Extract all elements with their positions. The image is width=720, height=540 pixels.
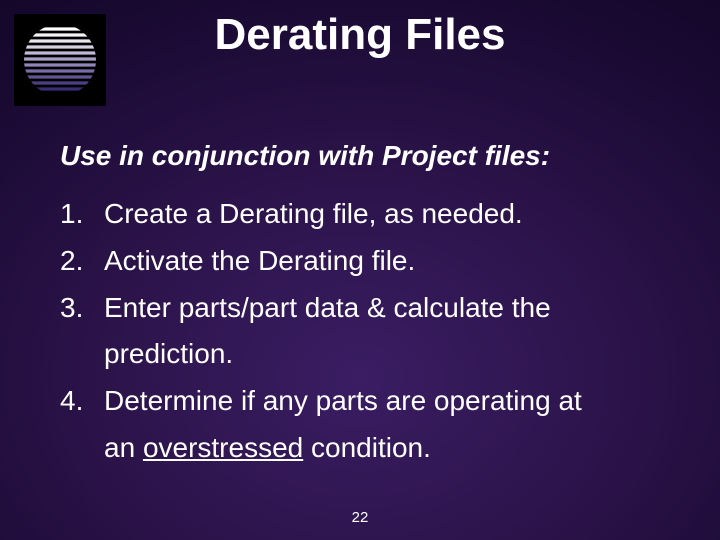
list-item: 3. Enter parts/part data & calculate the bbox=[60, 286, 680, 331]
slide-title: Derating Files bbox=[0, 10, 720, 60]
item-text: an overstressed condition. bbox=[104, 426, 680, 471]
item-text: Enter parts/part data & calculate the bbox=[104, 286, 680, 331]
list-item: 2. Activate the Derating file. bbox=[60, 239, 680, 284]
numbered-list: 1. Create a Derating file, as needed. 2.… bbox=[60, 192, 680, 471]
lead-text: Use in conjunction with Project files: bbox=[60, 140, 680, 172]
item-number: 4. bbox=[60, 379, 104, 424]
list-item: 4. Determine if any parts are operating … bbox=[60, 379, 680, 424]
underlined-word: overstressed bbox=[143, 432, 303, 463]
item-text: Create a Derating file, as needed. bbox=[104, 192, 680, 237]
item-number: 1. bbox=[60, 192, 104, 237]
item-text: prediction. bbox=[104, 332, 680, 377]
list-item-continuation: prediction. bbox=[60, 332, 680, 377]
item-number-blank bbox=[60, 426, 104, 471]
item-text: Determine if any parts are operating at bbox=[104, 379, 680, 424]
text-fragment: an bbox=[104, 432, 143, 463]
item-number: 2. bbox=[60, 239, 104, 284]
page-number: 22 bbox=[0, 509, 720, 526]
text-fragment: condition. bbox=[303, 432, 431, 463]
item-text: Activate the Derating file. bbox=[104, 239, 680, 284]
list-item-continuation: an overstressed condition. bbox=[60, 426, 680, 471]
list-item: 1. Create a Derating file, as needed. bbox=[60, 192, 680, 237]
item-number-blank bbox=[60, 332, 104, 377]
item-number: 3. bbox=[60, 286, 104, 331]
slide-body: Use in conjunction with Project files: 1… bbox=[60, 140, 680, 473]
